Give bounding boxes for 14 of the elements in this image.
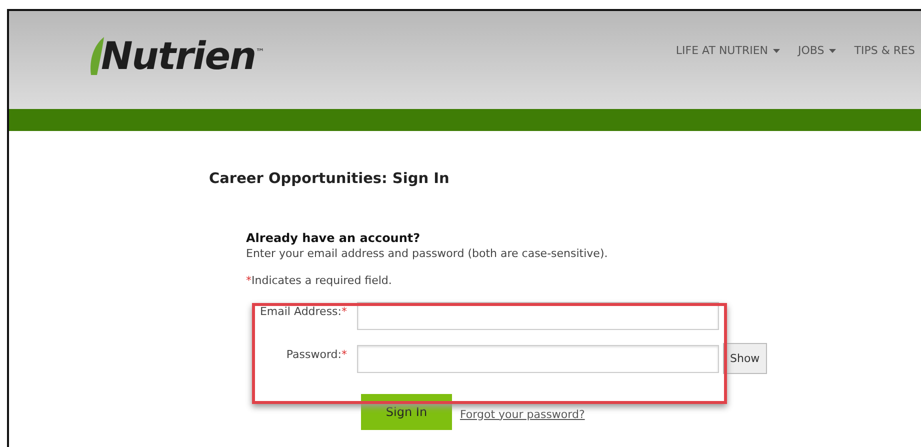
nav-link[interactable]: TIPS & RES (854, 44, 915, 57)
sign-in-button[interactable]: Sign In (361, 394, 452, 430)
section-heading: Already have an account? (246, 231, 422, 245)
instructions: Enter your email address and password (both are case-sensitive). (246, 247, 609, 260)
nav-link[interactable]: JOBS (798, 44, 836, 57)
forgot-password-link[interactable]: Forgot your password? (460, 408, 585, 420)
required-note: *Indicates a required field. (246, 274, 393, 287)
nav-link[interactable]: LIFE AT NUTRIEN (676, 44, 780, 57)
logo-text: Nutrien (101, 37, 256, 75)
page-title: Career Opportunities: Sign In (209, 170, 450, 187)
trademark: ™ (256, 48, 265, 58)
field-label: Email Address:* (258, 304, 347, 318)
input-field[interactable] (357, 345, 719, 373)
field-label: Password:* (285, 347, 347, 361)
